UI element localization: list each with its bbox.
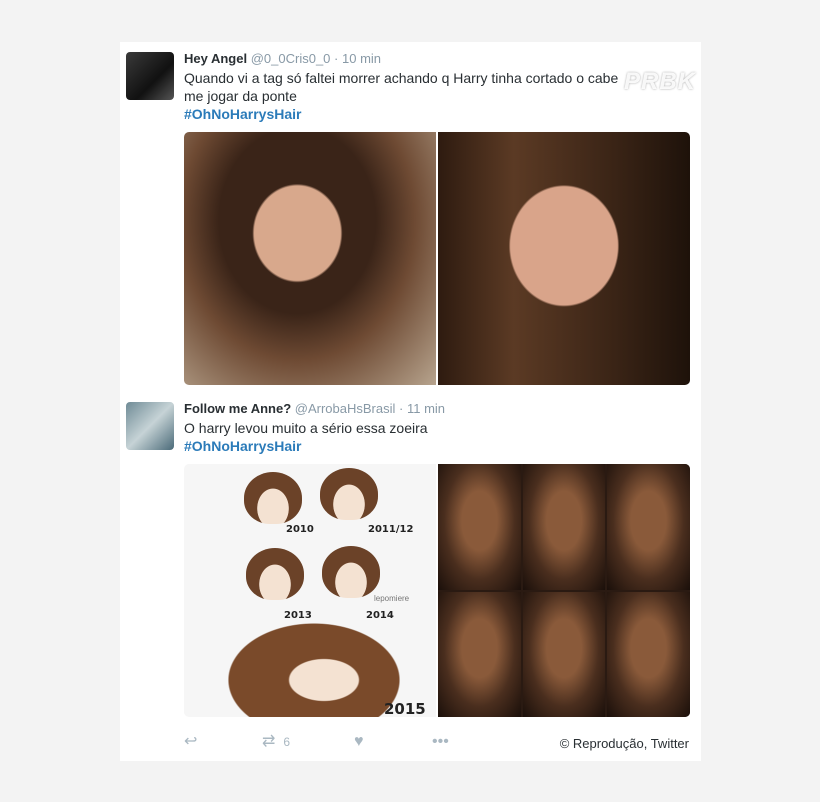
separator: ·	[399, 401, 404, 416]
user-handle[interactable]: @0_0Cris0_0	[251, 51, 331, 66]
reply-icon: ↩	[184, 733, 198, 750]
photo-grid[interactable]	[438, 464, 690, 717]
drawing-head	[320, 468, 378, 520]
year-label: 2014	[366, 610, 394, 621]
photo-closeup[interactable]	[438, 132, 690, 385]
drawing-head	[244, 472, 302, 524]
retweet-button[interactable]: ⇄ 6	[262, 734, 354, 750]
timestamp[interactable]: 10 min	[342, 51, 381, 66]
retweet-count: 6	[283, 735, 291, 749]
watermark-logo: PRBK	[624, 68, 697, 95]
more-button[interactable]: •••	[432, 734, 449, 750]
tweet-header: Follow me Anne? @ArrobaHsBrasil · 11 min	[184, 401, 445, 416]
tweet-text: Quando vi a tag só faltei morrer achando…	[184, 69, 684, 123]
retweet-icon: ⇄	[262, 733, 276, 750]
tweet-media[interactable]: 2010 2011/12 2013 2014 2015 lepomiere	[184, 464, 690, 717]
separator: ·	[334, 51, 339, 66]
year-label: 2015	[384, 700, 426, 717]
more-icon: •••	[432, 733, 449, 750]
photo-smiling[interactable]	[184, 132, 436, 385]
drawing-head	[322, 546, 380, 598]
photo-tile	[522, 591, 606, 717]
year-label: 2013	[284, 610, 312, 621]
tweet-text-line: me jogar da ponte	[184, 88, 297, 104]
year-label: 2010	[286, 524, 314, 535]
photo-tile	[438, 464, 521, 590]
hair-evolution-drawing[interactable]: 2010 2011/12 2013 2014 2015 lepomiere	[184, 464, 436, 717]
photo-tile	[607, 591, 690, 717]
drawing-head	[246, 548, 304, 600]
user-name[interactable]: Follow me Anne?	[184, 401, 291, 416]
artist-signature: lepomiere	[374, 594, 410, 603]
tweet-text-line: Quando vi a tag só faltei morrer achando…	[184, 70, 619, 86]
user-handle[interactable]: @ArrobaHsBrasil	[295, 401, 396, 416]
avatar[interactable]	[126, 402, 174, 450]
tweet-actions: ↩ ⇄ 6 ♥ •••	[184, 732, 449, 752]
heart-icon: ♥	[354, 733, 364, 750]
tweet-media[interactable]	[184, 132, 690, 385]
avatar[interactable]	[126, 52, 174, 100]
hashtag-link[interactable]: #OhNoHarrysHair	[184, 105, 684, 123]
photo-tile	[522, 464, 606, 590]
timestamp[interactable]: 11 min	[407, 401, 445, 416]
tweet-header: Hey Angel @0_0Cris0_0 · 10 min	[184, 51, 381, 66]
reply-button[interactable]: ↩	[184, 734, 262, 750]
year-label: 2011/12	[368, 524, 414, 535]
tweet-text-line: O harry levou muito a sério essa zoeira	[184, 420, 428, 436]
hashtag-link[interactable]: #OhNoHarrysHair	[184, 437, 684, 455]
photo-tile	[438, 591, 521, 717]
photo-tile	[607, 464, 690, 590]
like-button[interactable]: ♥	[354, 734, 432, 750]
tweet-card: Hey Angel @0_0Cris0_0 · 10 min Quando vi…	[120, 42, 701, 761]
user-name[interactable]: Hey Angel	[184, 51, 247, 66]
photo-credit: © Reprodução, Twitter	[559, 736, 689, 751]
tweet-text: O harry levou muito a sério essa zoeira …	[184, 419, 684, 455]
